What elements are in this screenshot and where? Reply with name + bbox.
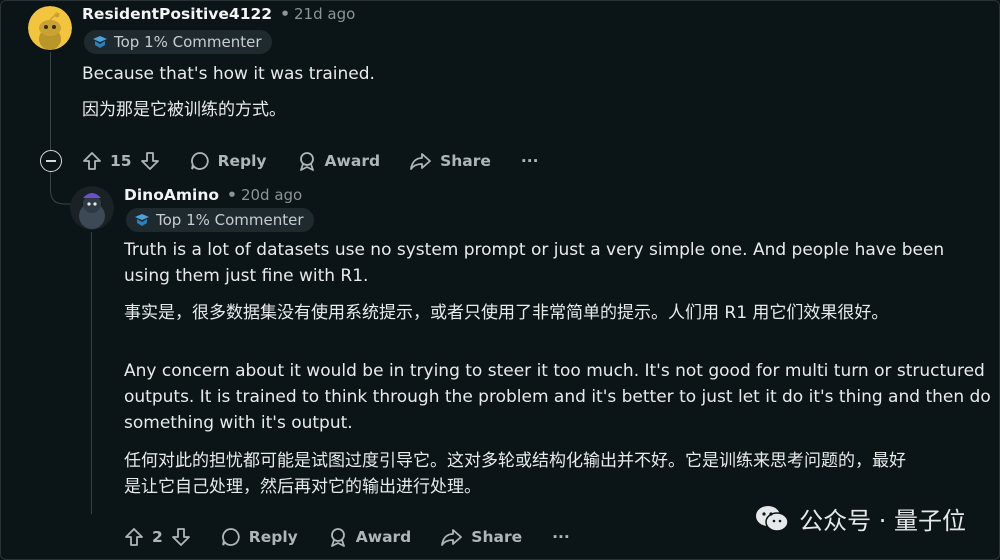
more-options-button[interactable]: ··· xyxy=(521,152,539,170)
downvote-icon[interactable] xyxy=(140,151,160,171)
thread-line[interactable] xyxy=(50,52,51,150)
comment-body-line: Truth is a lot of datasets use no system… xyxy=(124,240,945,260)
reply-button[interactable]: Reply xyxy=(190,151,267,171)
watermark-text: 公众号 · 量子位 xyxy=(799,507,966,535)
more-options-icon: ··· xyxy=(552,528,570,546)
upvote-icon[interactable] xyxy=(124,527,144,547)
comment-body-cn: 任何对此的担忧都可能是试图过度引导它。这对多轮或结构化输出并不好。它是训练来思考… xyxy=(124,451,906,471)
comment-body-cn: 因为那是它被训练的方式。 xyxy=(82,100,286,120)
wechat-icon xyxy=(756,505,789,532)
reply-icon xyxy=(190,152,209,170)
thread-line-reply[interactable] xyxy=(91,232,92,514)
separator-dot: • xyxy=(280,5,290,23)
award-button[interactable]: Award xyxy=(297,151,381,171)
commenter-badge: Top 1% Commenter xyxy=(126,208,314,232)
comment-actions: 15 Reply Award Share ··· xyxy=(82,148,569,174)
wechat-watermark: 公众号 · 量子位 xyxy=(755,501,966,536)
comment-body-cn: 是让它自己处理，然后再对它的输出进行处理。 xyxy=(124,477,481,497)
comment-body-en: Because that's how it was trained. xyxy=(82,64,375,84)
badge-label: Top 1% Commenter xyxy=(156,211,304,229)
share-icon xyxy=(441,529,463,546)
comment-actions: 2 Reply Award Share ··· xyxy=(124,524,600,550)
downvote-icon[interactable] xyxy=(171,527,191,547)
reply-label: Reply xyxy=(217,152,267,170)
comment-body-line: something with it's output. xyxy=(124,413,353,433)
comment-body-line: Any concern about it would be in trying … xyxy=(124,361,985,381)
award-label: Award xyxy=(324,152,381,170)
award-icon xyxy=(330,528,345,547)
share-button[interactable]: Share xyxy=(410,151,491,171)
reply-button[interactable]: Reply xyxy=(221,527,298,547)
award-label: Award xyxy=(355,528,412,546)
share-icon xyxy=(410,153,431,170)
comment-body-line: outputs. It is trained to think through … xyxy=(124,387,991,407)
upvote-icon[interactable] xyxy=(82,151,102,171)
comment-body-line: using them just fine with R1. xyxy=(124,266,369,286)
comment-author[interactable]: ResidentPositive4122 • 21d ago xyxy=(82,5,355,23)
vote-count: 15 xyxy=(110,152,132,170)
timestamp: 21d ago xyxy=(294,5,356,23)
more-options-icon: ··· xyxy=(520,152,539,170)
separator-dot: • xyxy=(227,186,237,204)
award-button[interactable]: Award xyxy=(328,527,412,547)
username[interactable]: DinoAmino xyxy=(124,186,219,204)
comment-body-cn: 事实是，很多数据集没有使用系统提示，或者只使用了非常简单的提示。人们用 R1 用… xyxy=(124,303,889,323)
commenter-badge: Top 1% Commenter xyxy=(84,30,272,54)
share-label: Share xyxy=(471,528,523,546)
share-label: Share xyxy=(440,152,491,170)
reply-label: Reply xyxy=(248,528,298,546)
collapse-thread-button[interactable] xyxy=(40,150,62,172)
more-options-button[interactable]: ··· xyxy=(552,528,570,546)
avatar[interactable] xyxy=(28,6,72,50)
username[interactable]: ResidentPositive4122 xyxy=(82,5,272,23)
timestamp: 20d ago xyxy=(240,186,303,204)
badge-icon xyxy=(93,36,107,48)
award-icon xyxy=(299,152,314,171)
comment-author[interactable]: DinoAmino • 20d ago xyxy=(124,186,302,204)
badge-label: Top 1% Commenter xyxy=(114,33,262,51)
avatar[interactable] xyxy=(70,186,114,230)
share-button[interactable]: Share xyxy=(441,527,522,547)
badge-icon xyxy=(135,214,149,226)
vote-control: 2 xyxy=(124,527,191,547)
vote-control: 15 xyxy=(82,151,160,171)
reply-icon xyxy=(221,528,240,546)
vote-count: 2 xyxy=(152,528,163,546)
